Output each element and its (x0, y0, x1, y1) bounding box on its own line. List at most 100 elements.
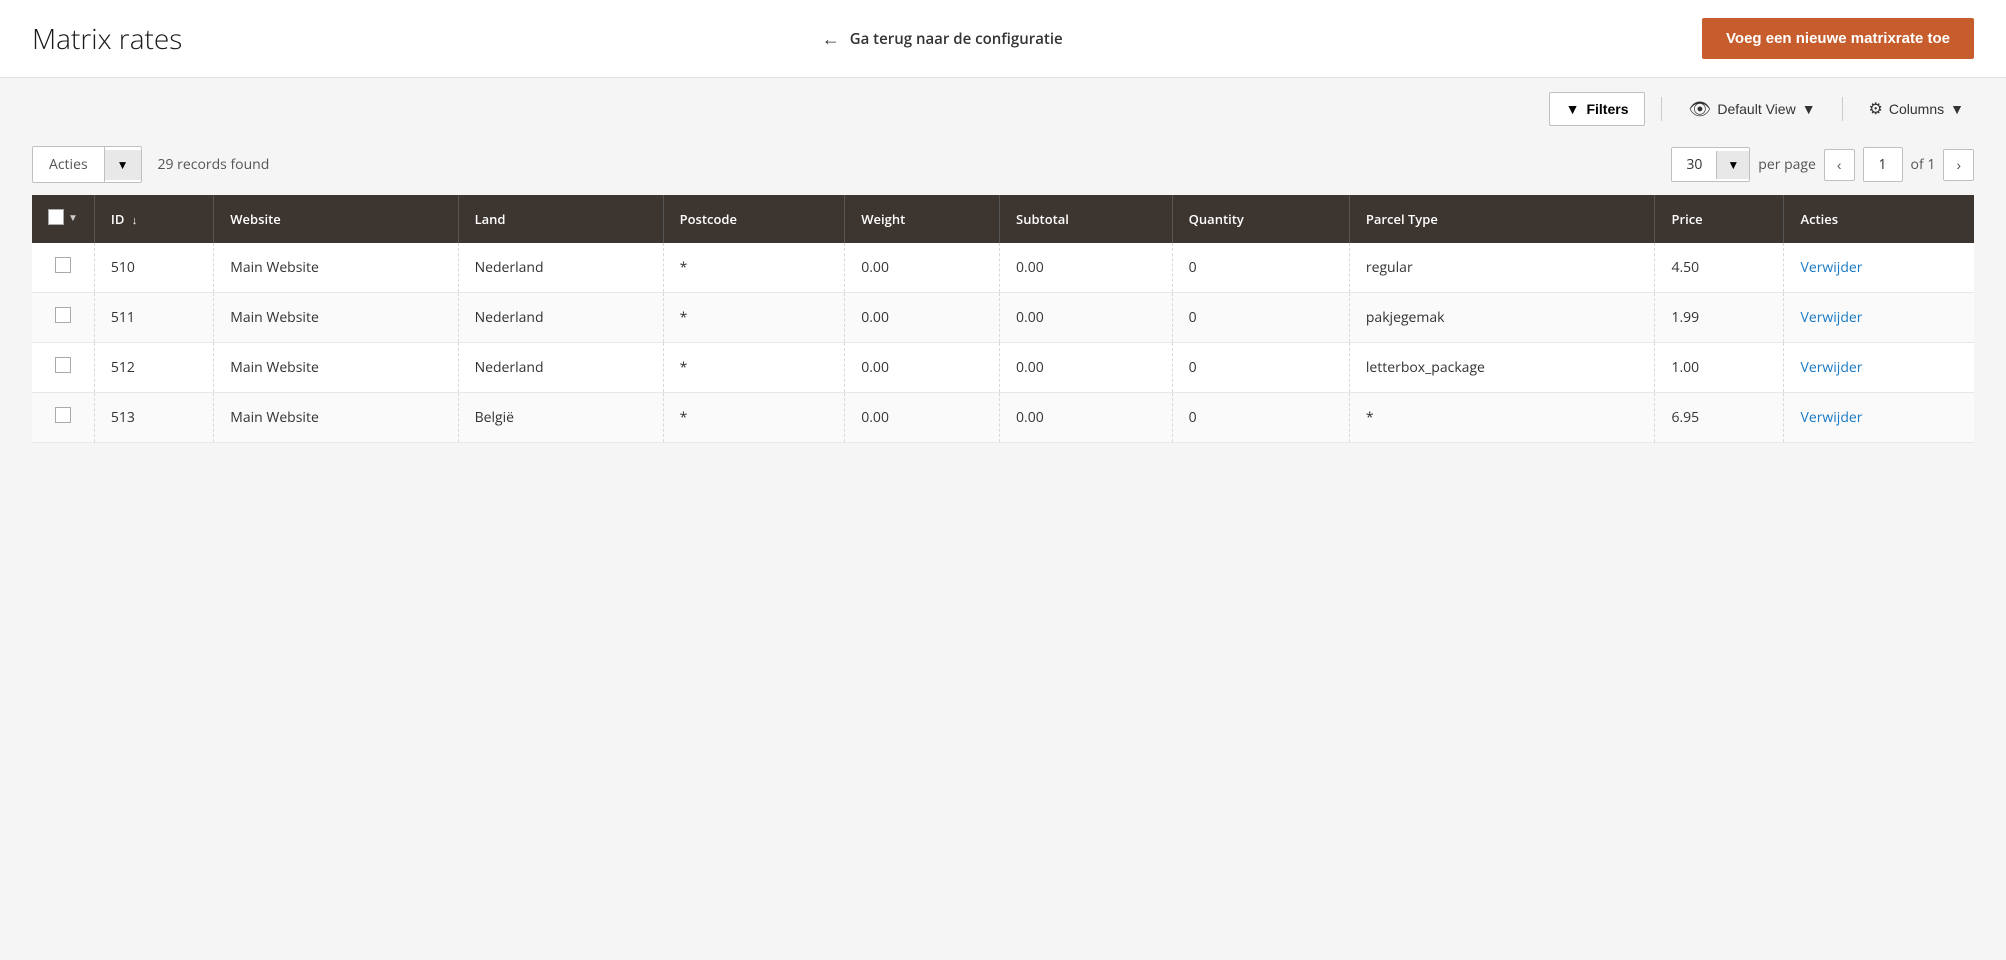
row-postcode: * (663, 343, 845, 393)
row-postcode: * (663, 393, 845, 443)
row-id: 512 (94, 343, 213, 393)
th-parcel-type-label: Parcel Type (1366, 210, 1438, 228)
back-label: Ga terug naar de configuratie (850, 29, 1063, 49)
row-checkbox[interactable] (55, 407, 71, 423)
row-checkbox-cell (32, 343, 94, 393)
table-header-row: ▼ ID ↓ Website Land Postcode Weight Subt… (32, 195, 1974, 243)
per-page-select[interactable]: 30 ▼ (1671, 147, 1750, 182)
row-quantity: 0 (1172, 343, 1349, 393)
toolbar-row: ▼ Filters 👁 Default View ▼ ⚙ Columns ▼ (0, 78, 2006, 134)
th-website-label: Website (230, 210, 280, 228)
row-land: België (458, 393, 663, 443)
chevron-down-icon-2: ▼ (1950, 101, 1964, 117)
actions-row: Acties ▼ 29 records found 30 ▼ per page … (0, 134, 2006, 195)
row-checkbox[interactable] (55, 357, 71, 373)
th-postcode-label: Postcode (680, 210, 737, 228)
per-page-value: 30 (1672, 148, 1716, 181)
chevron-down-icon: ▼ (1802, 101, 1816, 117)
row-id: 510 (94, 243, 213, 293)
total-pages: of 1 (1911, 155, 1936, 174)
row-subtotal: 0.00 (1000, 393, 1173, 443)
next-page-button[interactable]: › (1943, 149, 1974, 181)
acties-dropdown-button[interactable]: ▼ (105, 150, 141, 180)
records-found: 29 records found (158, 155, 270, 174)
th-acties-label: Acties (1800, 210, 1838, 228)
th-weight-label: Weight (861, 210, 905, 228)
th-website[interactable]: Website (214, 195, 458, 243)
row-checkbox[interactable] (55, 307, 71, 323)
th-price[interactable]: Price (1655, 195, 1784, 243)
th-weight[interactable]: Weight (845, 195, 1000, 243)
view-label: Default View (1717, 101, 1795, 117)
toolbar-separator (1661, 97, 1662, 121)
select-all-checkbox[interactable] (48, 209, 64, 225)
row-action[interactable]: Verwijder (1784, 293, 1974, 343)
header-bar: Matrix rates ← Ga terug naar de configur… (0, 0, 2006, 78)
th-subtotal-label: Subtotal (1016, 210, 1069, 228)
row-checkbox-cell (32, 293, 94, 343)
row-weight: 0.00 (845, 293, 1000, 343)
back-navigation[interactable]: ← Ga terug naar de configuratie (822, 27, 1063, 51)
th-postcode[interactable]: Postcode (663, 195, 845, 243)
row-website: Main Website (214, 343, 458, 393)
row-weight: 0.00 (845, 243, 1000, 293)
th-acties: Acties (1784, 195, 1974, 243)
table-row: 512 Main Website Nederland * 0.00 0.00 0… (32, 343, 1974, 393)
verwijder-link[interactable]: Verwijder (1800, 408, 1862, 427)
row-price: 4.50 (1655, 243, 1784, 293)
prev-page-button[interactable]: ‹ (1824, 149, 1855, 181)
th-quantity[interactable]: Quantity (1172, 195, 1349, 243)
toolbar-separator-2 (1842, 97, 1843, 121)
table-container: ▼ ID ↓ Website Land Postcode Weight Subt… (0, 195, 2006, 475)
columns-label: Columns (1889, 101, 1944, 117)
row-id: 511 (94, 293, 213, 343)
row-checkbox[interactable] (55, 257, 71, 273)
th-quantity-label: Quantity (1189, 210, 1244, 228)
row-parcel-type: regular (1349, 243, 1655, 293)
th-id[interactable]: ID ↓ (94, 195, 213, 243)
th-parcel-type[interactable]: Parcel Type (1349, 195, 1655, 243)
th-subtotal[interactable]: Subtotal (1000, 195, 1173, 243)
row-postcode: * (663, 243, 845, 293)
add-matrixrate-button[interactable]: Voeg een nieuwe matrixrate toe (1702, 18, 1974, 59)
row-action[interactable]: Verwijder (1784, 243, 1974, 293)
row-parcel-type: letterbox_package (1349, 343, 1655, 393)
th-id-label: ID (111, 210, 125, 228)
th-land[interactable]: Land (458, 195, 663, 243)
row-subtotal: 0.00 (1000, 243, 1173, 293)
row-price: 6.95 (1655, 393, 1784, 443)
default-view-button[interactable]: 👁 Default View ▼ (1678, 93, 1825, 126)
checkbox-dropdown-icon[interactable]: ▼ (68, 210, 78, 224)
table-row: 513 Main Website België * 0.00 0.00 0 * … (32, 393, 1974, 443)
th-price-label: Price (1671, 210, 1702, 228)
row-subtotal: 0.00 (1000, 293, 1173, 343)
row-land: Nederland (458, 293, 663, 343)
verwijder-link[interactable]: Verwijder (1800, 308, 1862, 327)
verwijder-link[interactable]: Verwijder (1800, 358, 1862, 377)
row-id: 513 (94, 393, 213, 443)
th-checkbox[interactable]: ▼ (32, 195, 94, 243)
th-land-label: Land (475, 210, 506, 228)
matrix-rates-table: ▼ ID ↓ Website Land Postcode Weight Subt… (32, 195, 1974, 443)
row-website: Main Website (214, 243, 458, 293)
row-weight: 0.00 (845, 343, 1000, 393)
gear-icon: ⚙ (1869, 99, 1883, 119)
row-checkbox-cell (32, 243, 94, 293)
actions-left: Acties ▼ 29 records found (32, 146, 269, 183)
per-page-dropdown-button[interactable]: ▼ (1716, 151, 1749, 179)
filters-button[interactable]: ▼ Filters (1549, 92, 1646, 126)
row-land: Nederland (458, 243, 663, 293)
row-checkbox-cell (32, 393, 94, 443)
back-arrow-icon: ← (822, 27, 840, 51)
pagination-controls: 30 ▼ per page ‹ 1 of 1 › (1671, 147, 1974, 182)
row-action[interactable]: Verwijder (1784, 343, 1974, 393)
eye-icon: 👁 (1688, 99, 1711, 120)
verwijder-link[interactable]: Verwijder (1800, 258, 1862, 277)
row-quantity: 0 (1172, 243, 1349, 293)
filters-label: Filters (1586, 101, 1628, 117)
row-action[interactable]: Verwijder (1784, 393, 1974, 443)
current-page: 1 (1863, 147, 1903, 182)
acties-select[interactable]: Acties ▼ (32, 146, 142, 183)
columns-button[interactable]: ⚙ Columns ▼ (1859, 93, 1974, 125)
row-postcode: * (663, 293, 845, 343)
